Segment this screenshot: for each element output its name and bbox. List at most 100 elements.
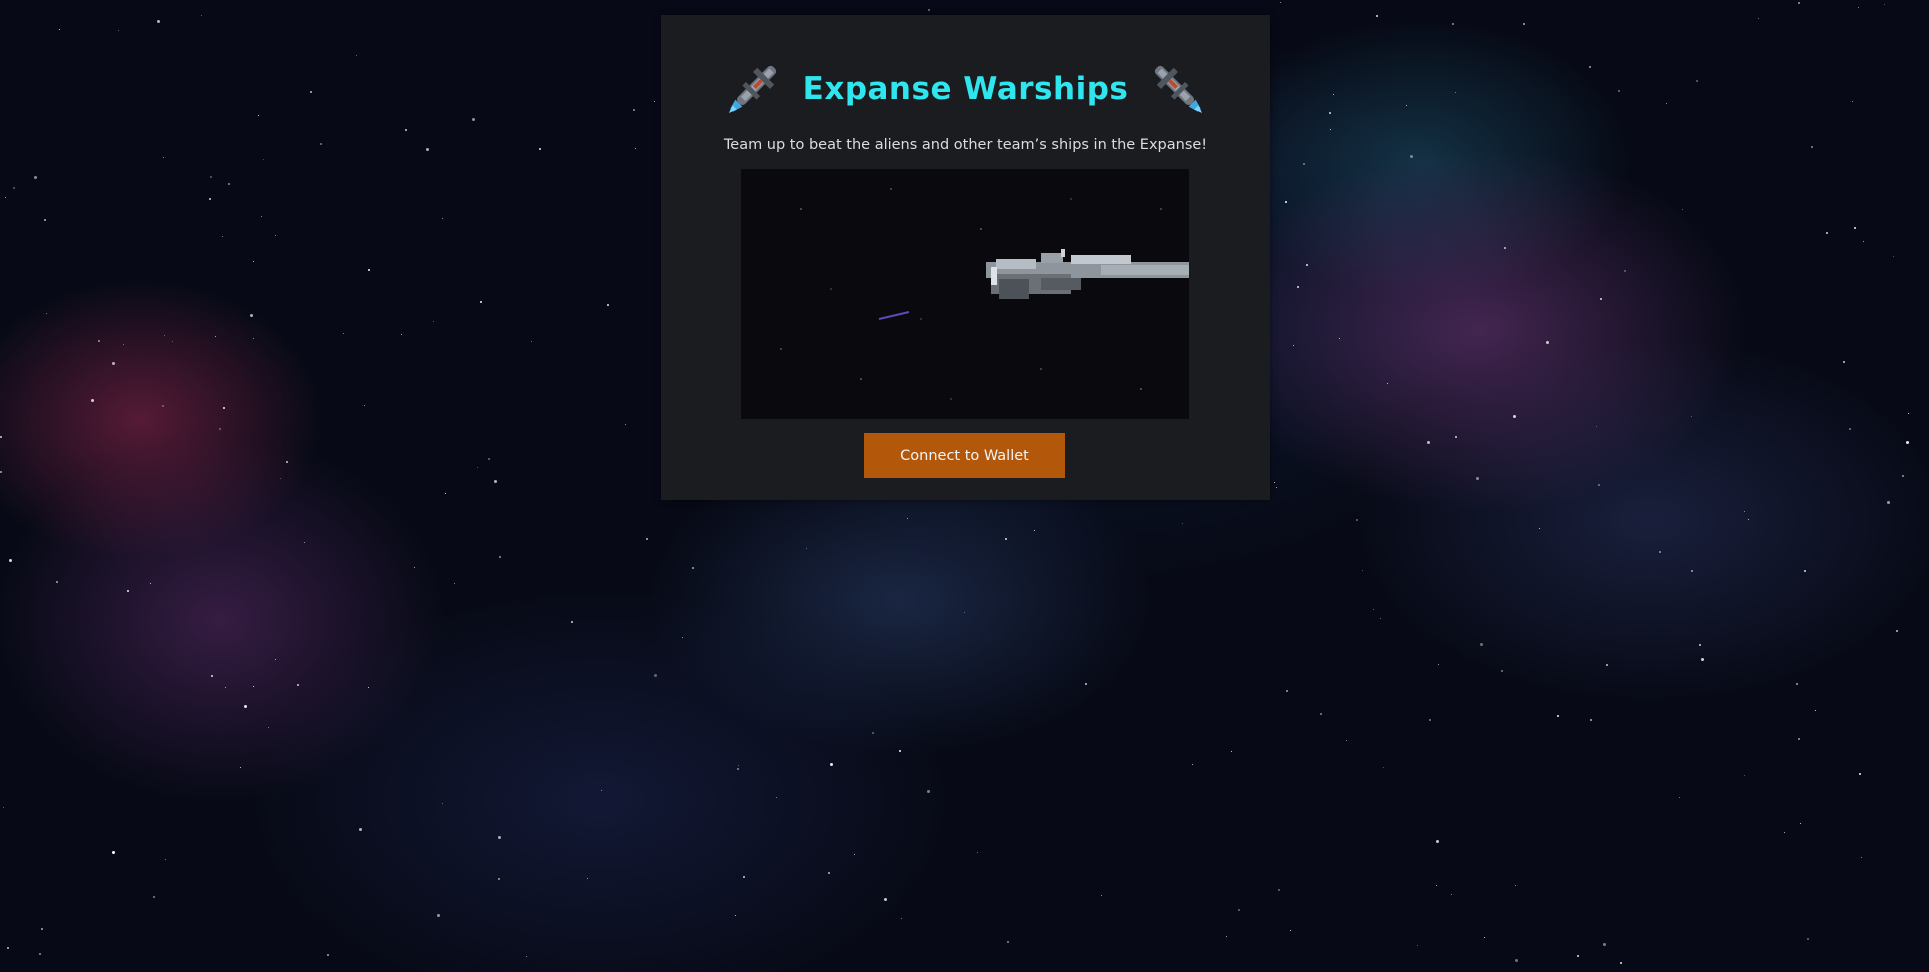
star xyxy=(1286,690,1288,692)
star xyxy=(286,461,288,463)
star xyxy=(828,872,830,874)
star xyxy=(1893,256,1894,257)
star xyxy=(901,918,902,919)
star xyxy=(164,335,165,336)
star xyxy=(830,763,833,766)
star xyxy=(1297,286,1299,288)
star xyxy=(607,304,609,306)
star xyxy=(737,768,739,770)
star xyxy=(7,947,9,949)
star xyxy=(776,797,777,798)
star xyxy=(633,109,635,111)
star xyxy=(964,612,965,613)
spaceship-icon xyxy=(1155,65,1203,114)
star xyxy=(1276,487,1277,488)
star xyxy=(1798,738,1800,740)
star xyxy=(442,218,443,219)
star xyxy=(250,314,253,317)
star xyxy=(1455,92,1456,93)
star xyxy=(127,590,129,592)
star xyxy=(34,176,37,179)
star xyxy=(854,854,855,855)
star xyxy=(1293,345,1294,346)
star xyxy=(531,341,532,342)
star xyxy=(368,687,369,688)
star xyxy=(1303,163,1305,165)
star xyxy=(743,876,745,878)
star xyxy=(1380,618,1381,619)
star xyxy=(625,424,626,425)
star xyxy=(884,898,887,901)
star xyxy=(253,261,254,262)
star xyxy=(806,548,807,549)
star xyxy=(1007,941,1009,943)
star xyxy=(59,29,60,30)
star xyxy=(401,334,402,335)
star xyxy=(1504,247,1506,249)
star xyxy=(297,684,299,686)
star xyxy=(327,954,329,956)
star xyxy=(1436,840,1439,843)
warship-video[interactable] xyxy=(741,169,1189,419)
star xyxy=(442,803,443,804)
star xyxy=(1356,519,1358,521)
star xyxy=(1603,943,1606,946)
star xyxy=(13,187,15,189)
star xyxy=(692,567,694,569)
star xyxy=(304,542,305,543)
star xyxy=(364,405,365,406)
star xyxy=(1682,209,1683,210)
star xyxy=(46,313,47,314)
star xyxy=(228,183,230,185)
star xyxy=(654,674,657,677)
star xyxy=(1858,7,1859,8)
star xyxy=(480,301,482,303)
intro-panel: Expanse Warships Team up to beat the ali… xyxy=(661,15,1270,500)
star xyxy=(426,148,429,151)
star xyxy=(1280,2,1281,3)
star xyxy=(253,338,254,339)
star xyxy=(1523,23,1525,25)
star xyxy=(210,176,212,178)
star xyxy=(682,637,683,638)
star xyxy=(1600,298,1602,300)
star xyxy=(1376,15,1378,17)
star xyxy=(157,20,160,23)
star xyxy=(1329,112,1331,114)
star xyxy=(39,953,41,955)
star xyxy=(263,159,264,160)
connect-wallet-button[interactable]: Connect to Wallet xyxy=(864,433,1065,478)
page-title: Expanse Warships xyxy=(802,71,1129,107)
star xyxy=(472,118,475,121)
star xyxy=(222,236,223,237)
star xyxy=(1618,90,1620,92)
star xyxy=(405,129,407,131)
star xyxy=(0,471,2,473)
star xyxy=(112,362,115,365)
star xyxy=(1887,501,1890,504)
star xyxy=(1744,775,1745,776)
star xyxy=(477,467,478,468)
star xyxy=(123,344,124,345)
star xyxy=(41,928,43,930)
star xyxy=(1863,241,1864,242)
star xyxy=(343,333,344,334)
star xyxy=(1589,66,1591,68)
star xyxy=(1826,232,1828,234)
star xyxy=(44,219,46,221)
star xyxy=(1192,764,1193,765)
star xyxy=(1320,713,1322,715)
star xyxy=(1800,823,1801,824)
star xyxy=(1577,955,1579,957)
star xyxy=(1427,441,1430,444)
star xyxy=(320,143,322,145)
star xyxy=(1679,797,1680,798)
star xyxy=(150,583,151,584)
star xyxy=(1804,570,1806,572)
star xyxy=(899,750,901,752)
star xyxy=(587,878,588,879)
star xyxy=(1406,105,1407,106)
star xyxy=(1908,413,1909,414)
star xyxy=(0,436,2,438)
star xyxy=(928,9,930,11)
